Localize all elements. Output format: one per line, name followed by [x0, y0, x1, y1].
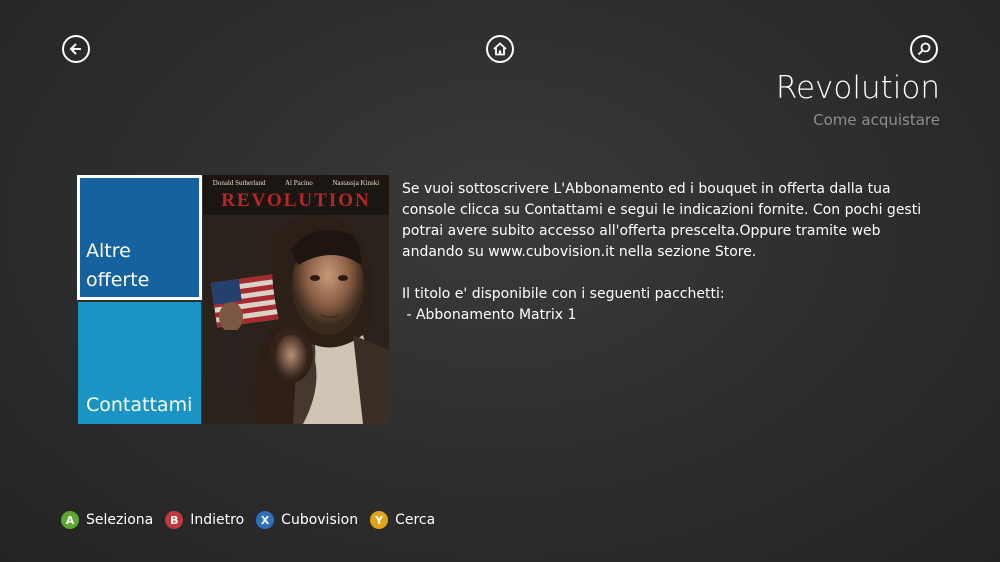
hint-seleziona[interactable]: A Seleziona [61, 511, 153, 529]
x-button-icon: X [256, 511, 275, 529]
back-arrow-icon [69, 43, 81, 55]
b-button-icon: B [165, 511, 184, 529]
page-title: Revolution [775, 70, 940, 106]
y-button-icon: Y [370, 511, 389, 529]
home-icon [493, 42, 507, 56]
poster-actors: Donald Sutherland Al Pacino Nastassja Ki… [212, 179, 380, 187]
movie-poster: Donald Sutherland Al Pacino Nastassja Ki… [203, 175, 389, 424]
page-subtitle: Come acquistare [813, 111, 940, 129]
availability-text: Il titolo e' disponibile con i seguenti … [402, 286, 725, 302]
hint-label: Cerca [395, 512, 436, 528]
tile-label: Altre offerte [86, 240, 150, 291]
hint-indietro[interactable]: B Indietro [165, 511, 244, 529]
purchase-description: Se vuoi sottoscrivere L'Abbonamento ed i… [402, 179, 922, 326]
back-button[interactable] [62, 35, 90, 63]
search-icon [917, 42, 931, 56]
tile-label: Contattami [86, 394, 193, 416]
hint-cerca[interactable]: Y Cerca [370, 511, 435, 529]
altre-offerte-tile[interactable]: Altre offerte [77, 175, 202, 300]
search-button[interactable] [910, 35, 938, 63]
description-paragraph: Se vuoi sottoscrivere L'Abbonamento ed i… [402, 181, 922, 260]
home-button[interactable] [486, 35, 514, 63]
hint-label: Cubovision [281, 512, 359, 528]
a-button-icon: A [61, 511, 79, 529]
poster-artwork [203, 175, 389, 424]
hint-cubovision[interactable]: X Cubovision [256, 511, 358, 529]
poster-title: REVOLUTION [221, 190, 371, 211]
hint-label: Seleziona [86, 512, 154, 528]
package-item: - Abbonamento Matrix 1 [402, 307, 577, 323]
hint-label: Indietro [190, 512, 245, 528]
controller-hints: A Seleziona B Indietro X Cubovision Y Ce… [61, 511, 447, 529]
contattami-tile[interactable]: Contattami [78, 302, 201, 424]
